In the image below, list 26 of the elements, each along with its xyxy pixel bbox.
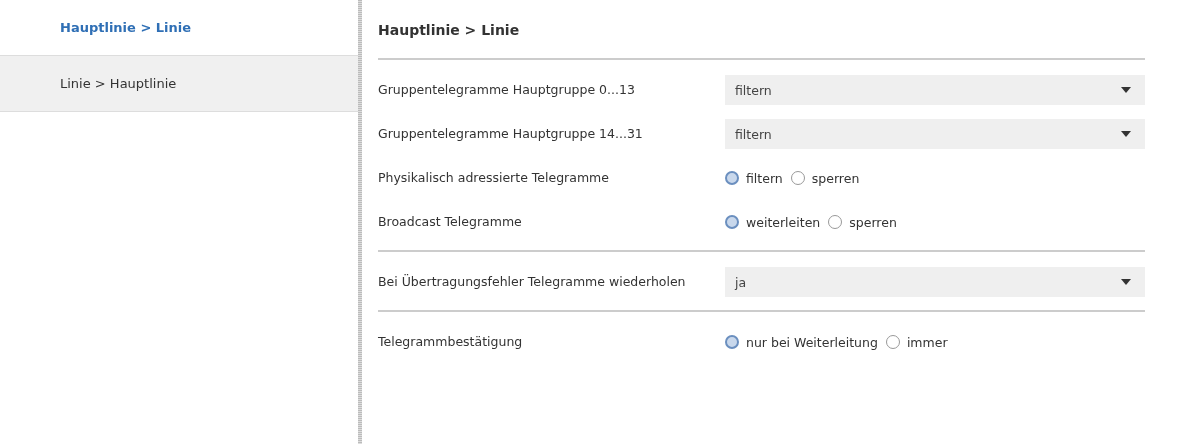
dropdown[interactable]: ja xyxy=(725,267,1145,297)
field-label: Gruppentelegramme Hauptgruppe 0...13 xyxy=(378,81,636,99)
dropdown[interactable]: filtern xyxy=(725,119,1145,149)
field-label: Gruppentelegramme Hauptgruppe 14...31 xyxy=(378,125,644,143)
field-label: Telegrammbestätigung xyxy=(378,333,524,351)
field-label: Broadcast Telegramme xyxy=(378,213,523,231)
field-label: Physikalisch adressierte Telegramme xyxy=(378,169,610,187)
radio-button[interactable] xyxy=(790,171,805,185)
radio-button[interactable] xyxy=(725,171,739,185)
radio-label[interactable]: weiterleiten xyxy=(746,214,821,230)
radio-label[interactable]: nur bei Weiterleitung xyxy=(746,334,878,350)
radio-label[interactable]: sperren xyxy=(849,214,897,230)
field-label: Bei Übertragungsfehler Telegramme wiederholen xyxy=(378,273,687,291)
radio-label[interactable]: sperren xyxy=(811,170,860,186)
panel-title: Hauptlinie > Linie xyxy=(378,22,521,40)
radio-label[interactable]: filtern xyxy=(746,170,783,186)
sidebar-item[interactable]: Linie > Hauptlinie xyxy=(0,56,358,112)
caret-icon xyxy=(1121,131,1131,137)
radio-button[interactable] xyxy=(725,335,739,349)
radio-button[interactable] xyxy=(885,335,900,349)
radio-label[interactable]: immer xyxy=(906,334,948,350)
radio-button[interactable] xyxy=(725,215,739,229)
caret-icon xyxy=(1121,279,1131,285)
caret-icon xyxy=(1121,87,1131,93)
dropdown[interactable]: filtern xyxy=(725,75,1145,105)
radio-button[interactable] xyxy=(828,215,843,229)
